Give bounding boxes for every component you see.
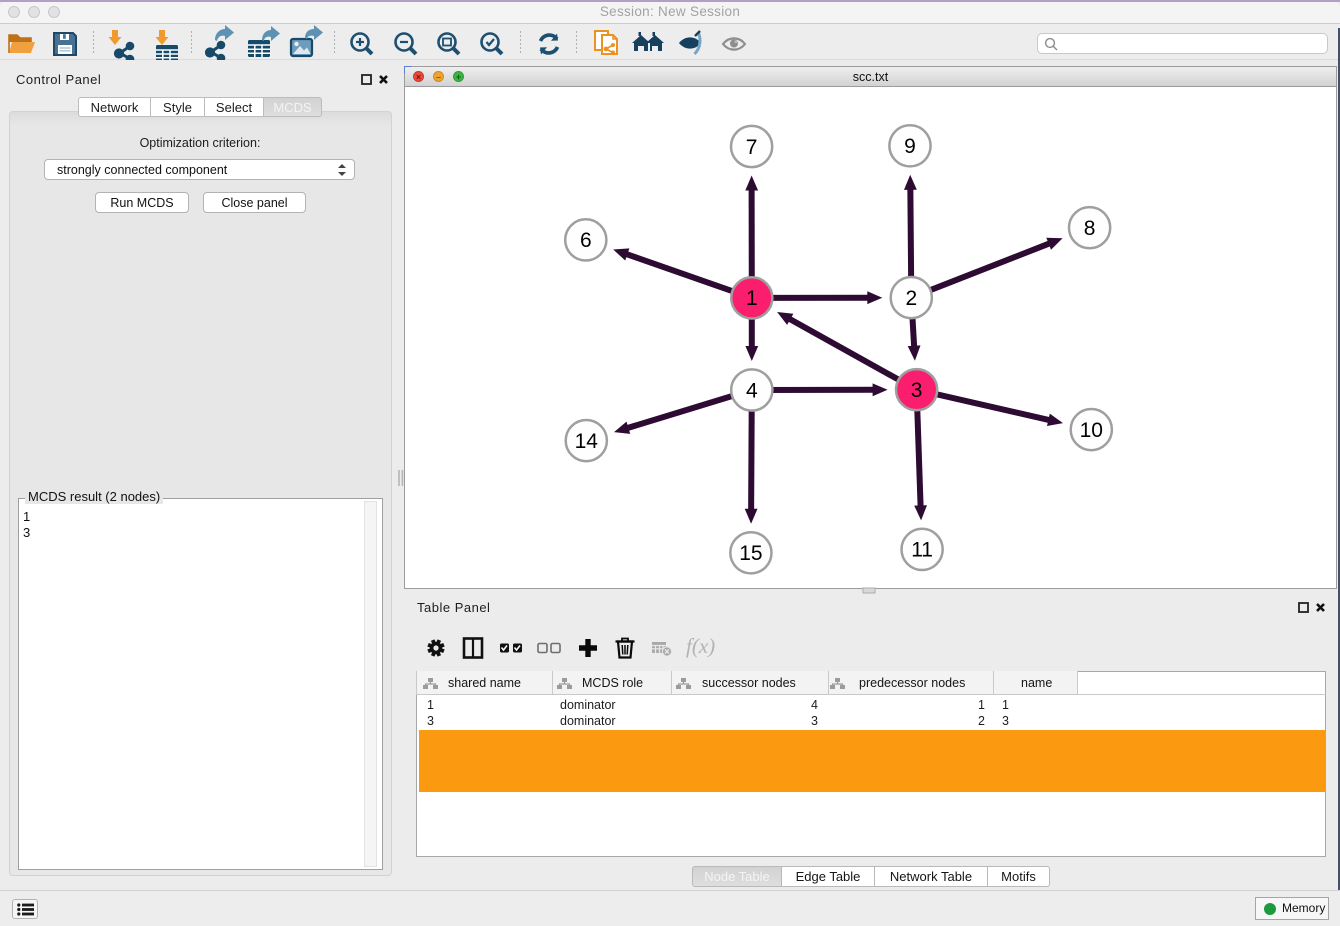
svg-text:name: name bbox=[1021, 676, 1052, 690]
svg-text:1: 1 bbox=[427, 698, 434, 712]
svg-text:4: 4 bbox=[811, 698, 818, 712]
svg-text:predecessor nodes: predecessor nodes bbox=[859, 676, 965, 690]
svg-text:2: 2 bbox=[978, 714, 985, 728]
svg-text:3: 3 bbox=[911, 379, 923, 402]
svg-text:dominator: dominator bbox=[560, 698, 616, 712]
svg-text:3: 3 bbox=[1002, 714, 1009, 728]
svg-text:1: 1 bbox=[978, 698, 985, 712]
svg-text:dominator: dominator bbox=[560, 714, 616, 728]
svg-text:8: 8 bbox=[1084, 217, 1096, 240]
svg-text:1: 1 bbox=[746, 287, 758, 310]
svg-text:14: 14 bbox=[575, 430, 599, 453]
svg-text:MCDS role: MCDS role bbox=[582, 676, 643, 690]
svg-text:10: 10 bbox=[1080, 419, 1103, 442]
svg-text:2: 2 bbox=[905, 287, 917, 310]
svg-text:11: 11 bbox=[911, 539, 933, 562]
svg-text:1: 1 bbox=[1002, 698, 1009, 712]
svg-text:shared name: shared name bbox=[448, 676, 521, 690]
svg-text:successor nodes: successor nodes bbox=[702, 676, 796, 690]
svg-text:4: 4 bbox=[746, 379, 758, 402]
svg-text:3: 3 bbox=[427, 714, 434, 728]
svg-text:6: 6 bbox=[580, 229, 592, 252]
svg-text:15: 15 bbox=[739, 542, 762, 565]
svg-text:7: 7 bbox=[746, 136, 758, 159]
svg-text:9: 9 bbox=[904, 135, 916, 158]
svg-text:3: 3 bbox=[811, 714, 818, 728]
